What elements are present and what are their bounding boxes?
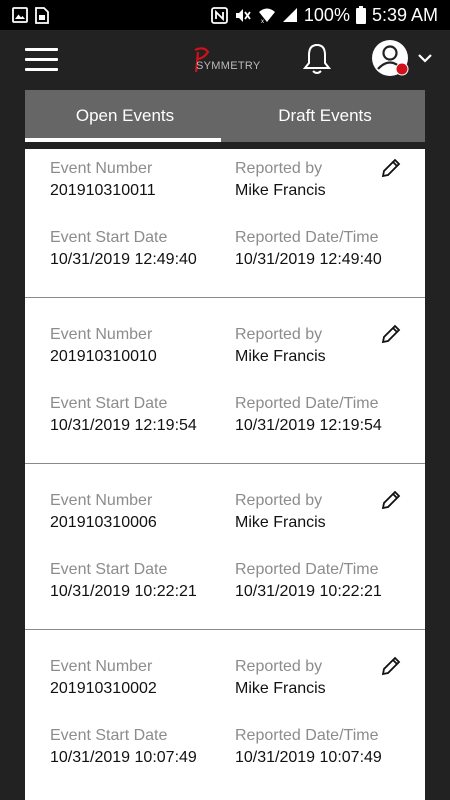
reported-by-label: Reported by <box>235 492 323 509</box>
app-header: SYMMETRY <box>0 30 450 90</box>
event-number-field: Event Number 201910310006 <box>50 491 157 533</box>
reported-datetime-value: 10/31/2019 10:22:21 <box>235 583 382 600</box>
gallery-icon <box>12 7 28 23</box>
event-start-date-value: 10/31/2019 10:07:49 <box>50 749 197 766</box>
edit-pencil-icon[interactable] <box>380 489 402 511</box>
reported-datetime-field: Reported Date/Time 10/31/2019 10:22:21 <box>235 560 382 602</box>
event-start-date-label: Event Start Date <box>50 561 168 578</box>
mute-icon <box>235 8 251 22</box>
reported-datetime-value: 10/31/2019 10:07:49 <box>235 749 382 766</box>
reported-datetime-label: Reported Date/Time <box>235 395 379 412</box>
status-right: x 100% 5:39 AM <box>211 5 438 26</box>
reported-datetime-field: Reported Date/Time 10/31/2019 10:07:49 <box>235 726 382 768</box>
edit-pencil-icon[interactable] <box>380 157 402 179</box>
event-start-date-label: Event Start Date <box>50 395 168 412</box>
reported-by-value: Mike Francis <box>235 182 326 199</box>
tab-draft-events[interactable]: Draft Events <box>225 90 425 142</box>
tab-open-events-label: Open Events <box>75 106 175 125</box>
reported-by-label: Reported by <box>235 326 323 343</box>
sim-icon <box>35 6 49 24</box>
event-number-value: 201910310011 <box>50 182 156 199</box>
event-start-date-value: 10/31/2019 12:19:54 <box>50 417 197 434</box>
event-start-date-value: 10/31/2019 12:49:40 <box>50 251 197 268</box>
event-number-label: Event Number <box>50 492 153 509</box>
reported-by-field: Reported by Mike Francis <box>235 657 326 699</box>
nfc-icon <box>211 6 228 24</box>
event-number-field: Event Number 201910310010 <box>50 325 157 367</box>
reported-datetime-value: 10/31/2019 12:49:40 <box>235 251 382 268</box>
chevron-down-icon[interactable] <box>417 52 433 64</box>
event-number-label: Event Number <box>50 326 153 343</box>
reported-datetime-label: Reported Date/Time <box>235 229 379 246</box>
user-avatar-icon[interactable] <box>370 38 412 80</box>
event-card[interactable]: Event Number 201910310006 Reported by Mi… <box>25 464 425 630</box>
tab-open-events[interactable]: Open Events <box>25 90 225 142</box>
event-tabs: Open Events Draft Events <box>25 90 425 142</box>
event-number-value: 201910310010 <box>50 348 157 365</box>
svg-text:x: x <box>261 19 264 23</box>
battery-percent: 100% <box>303 4 350 25</box>
event-number-value: 201910310002 <box>50 680 157 697</box>
status-left <box>12 6 49 24</box>
event-start-date-label: Event Start Date <box>50 727 168 744</box>
reported-datetime-field: Reported Date/Time 10/31/2019 12:49:40 <box>235 228 382 270</box>
event-number-value: 201910310006 <box>50 514 157 531</box>
event-number-field: Event Number 201910310002 <box>50 657 157 699</box>
reported-by-field: Reported by Mike Francis <box>235 159 326 201</box>
event-start-date-field: Event Start Date 10/31/2019 12:19:54 <box>50 394 197 436</box>
event-number-label: Event Number <box>50 658 153 675</box>
reported-datetime-label: Reported Date/Time <box>235 561 379 578</box>
event-start-date-field: Event Start Date 10/31/2019 10:22:21 <box>50 560 197 602</box>
reported-by-value: Mike Francis <box>235 514 326 531</box>
symmetry-logo: SYMMETRY <box>190 46 260 76</box>
hamburger-menu-icon[interactable] <box>25 48 58 72</box>
event-start-date-value: 10/31/2019 10:22:21 <box>50 583 197 600</box>
wifi-icon: x <box>258 8 275 23</box>
reported-by-value: Mike Francis <box>235 680 326 697</box>
reported-by-label: Reported by <box>235 160 323 177</box>
reported-by-label: Reported by <box>235 658 323 675</box>
event-card[interactable]: Event Number 201910310010 Reported by Mi… <box>25 298 425 464</box>
edit-pencil-icon[interactable] <box>380 655 402 677</box>
event-list[interactable]: Event Number 201910310011 Reported by Mi… <box>25 149 425 800</box>
reported-datetime-field: Reported Date/Time 10/31/2019 12:19:54 <box>235 394 382 436</box>
event-card[interactable]: Event Number 201910310011 Reported by Mi… <box>25 149 425 298</box>
reported-datetime-label: Reported Date/Time <box>235 727 379 744</box>
reported-by-field: Reported by Mike Francis <box>235 325 326 367</box>
signal-icon <box>282 8 297 22</box>
event-start-date-label: Event Start Date <box>50 229 168 246</box>
event-number-field: Event Number 201910310011 <box>50 159 156 201</box>
logo-text: SYMMETRY <box>196 60 261 72</box>
event-start-date-field: Event Start Date 10/31/2019 12:49:40 <box>50 228 197 270</box>
bell-icon[interactable] <box>302 42 332 76</box>
status-bar: x 100% 5:39 AM <box>0 0 450 30</box>
reported-datetime-value: 10/31/2019 12:19:54 <box>235 417 382 434</box>
event-number-label: Event Number <box>50 160 153 177</box>
event-card[interactable]: Event Number 201910310002 Reported by Mi… <box>25 630 425 796</box>
clock: 5:39 AM <box>371 4 438 25</box>
edit-pencil-icon[interactable] <box>380 323 402 345</box>
battery-icon <box>355 6 366 24</box>
event-start-date-field: Event Start Date 10/31/2019 10:07:49 <box>50 726 197 768</box>
reported-by-value: Mike Francis <box>235 348 326 365</box>
tab-draft-events-label: Draft Events <box>278 106 372 125</box>
reported-by-field: Reported by Mike Francis <box>235 491 326 533</box>
